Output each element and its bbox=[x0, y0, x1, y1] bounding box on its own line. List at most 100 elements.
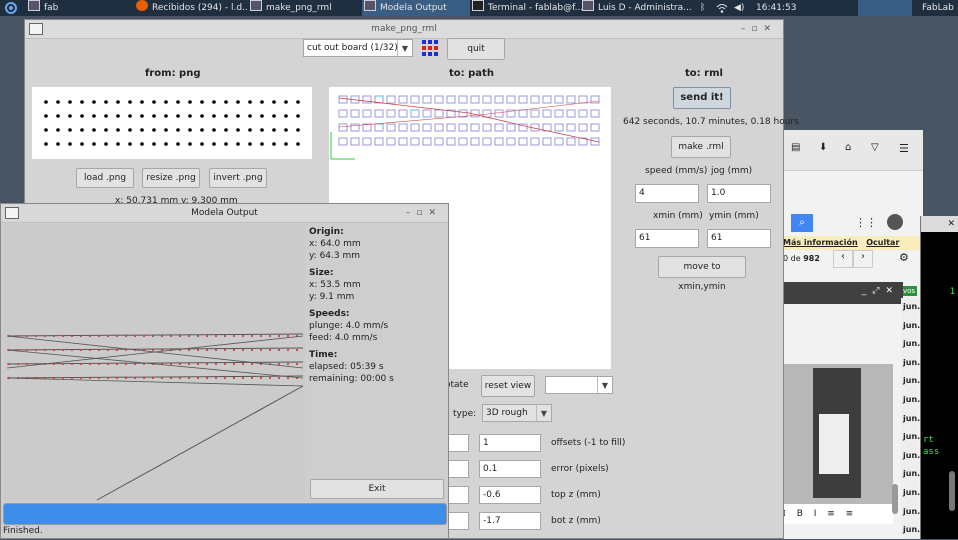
terminal-close-icon[interactable]: ✕ bbox=[921, 216, 958, 232]
speed-field[interactable]: 4 bbox=[635, 184, 699, 203]
load-png-button[interactable]: load .png bbox=[76, 168, 134, 188]
invert-png-button[interactable]: invert .png bbox=[209, 168, 267, 188]
xmin-field[interactable]: 61 bbox=[635, 229, 699, 248]
cut-point bbox=[61, 362, 65, 366]
ymin-field[interactable]: 61 bbox=[707, 229, 771, 248]
cut-point bbox=[205, 334, 209, 338]
cut-point bbox=[250, 376, 254, 380]
library-icon[interactable]: ▤ bbox=[791, 142, 800, 153]
png-preview bbox=[32, 87, 312, 159]
compose-window-controls[interactable]: _⤢✕ bbox=[862, 286, 899, 296]
cut-point bbox=[277, 376, 281, 380]
top-z-field[interactable]: -0.6 bbox=[479, 486, 541, 504]
window-controls[interactable]: –▫✕ bbox=[406, 204, 442, 222]
next-page-icon[interactable]: › bbox=[853, 250, 873, 268]
toolpath-outline bbox=[434, 95, 444, 104]
cut-point bbox=[241, 376, 245, 380]
return-line bbox=[96, 385, 304, 501]
pocket-icon[interactable]: ▽ bbox=[871, 142, 879, 153]
task-terminal[interactable]: Terminal - fablab@f... bbox=[472, 0, 584, 16]
resize-png-button[interactable]: resize .png bbox=[142, 168, 200, 188]
pad-dot bbox=[92, 114, 96, 118]
task-admin[interactable]: Luis D - Administra... bbox=[582, 0, 694, 16]
process-select[interactable]: cut out board (1/32) ▼ bbox=[303, 39, 413, 57]
main-titlebar: make_png_rml –▫✕ bbox=[25, 20, 783, 39]
pad-dot bbox=[56, 100, 60, 104]
start-menu-icon[interactable] bbox=[2, 0, 22, 16]
quit-button[interactable]: quit bbox=[447, 38, 505, 60]
origin-x: x: 64.0 mm bbox=[309, 239, 361, 249]
toolpath-outline bbox=[590, 123, 600, 132]
offsets-field[interactable]: 1 bbox=[479, 434, 541, 452]
compose-format-toolbar[interactable]: ⁞ B I ≡ ≡ bbox=[783, 504, 893, 524]
view-select[interactable]: ▼ bbox=[545, 376, 613, 394]
prev-page-icon[interactable]: ‹ bbox=[833, 250, 853, 268]
toolpath-outline bbox=[554, 109, 564, 118]
hide-link[interactable]: Ocultar bbox=[866, 238, 899, 247]
wifi-icon[interactable] bbox=[716, 0, 730, 16]
move-to-xmin-ymin-button[interactable]: move to xmin,ymin bbox=[658, 256, 746, 292]
cut-point bbox=[196, 362, 200, 366]
reset-view-button[interactable]: reset view bbox=[481, 375, 535, 397]
clock[interactable]: 16:41:53 bbox=[756, 0, 796, 16]
speed-label: speed (mm/s) bbox=[645, 166, 708, 176]
pad-dot bbox=[224, 128, 228, 132]
more-info-link[interactable]: Más información bbox=[783, 238, 858, 247]
cut-point bbox=[61, 334, 65, 338]
make-rml-button[interactable]: make .rml bbox=[671, 136, 731, 158]
search-icon[interactable]: ⌕ bbox=[791, 214, 813, 232]
toolpath-outline bbox=[422, 95, 432, 104]
workspace-item[interactable]: fab bbox=[28, 0, 118, 16]
pad-dot bbox=[92, 128, 96, 132]
pad-dot bbox=[200, 142, 204, 146]
window-controls[interactable]: –▫✕ bbox=[741, 20, 777, 38]
cut-point bbox=[124, 376, 128, 380]
toolpath-outline bbox=[458, 95, 468, 104]
toolpath-outline bbox=[446, 137, 456, 146]
toolpath-outline bbox=[506, 137, 516, 146]
menu-icon[interactable]: ☰ bbox=[899, 142, 909, 155]
send-it-button[interactable]: send it! bbox=[673, 87, 731, 109]
toolpath-outline bbox=[410, 123, 420, 132]
cut-point bbox=[169, 362, 173, 366]
terminal-window: ✕ 1 rt ass bbox=[920, 216, 958, 539]
user-name[interactable]: FabLab bbox=[922, 0, 958, 16]
cut-point bbox=[223, 334, 227, 338]
cut-line bbox=[6, 333, 304, 337]
terminal-scrollbar[interactable] bbox=[949, 471, 955, 511]
apps-icon[interactable]: ⋮⋮ bbox=[855, 216, 877, 229]
task-firefox[interactable]: Recibidos (294) - l.d... bbox=[136, 0, 248, 16]
desktop-button[interactable] bbox=[858, 0, 912, 16]
pad-dot bbox=[56, 114, 60, 118]
download-icon[interactable]: ⬇ bbox=[819, 142, 827, 153]
cut-point bbox=[151, 348, 155, 352]
toolpath-outline bbox=[398, 95, 408, 104]
cut-point bbox=[178, 362, 182, 366]
cut-point bbox=[97, 348, 101, 352]
pad-dot bbox=[212, 114, 216, 118]
volume-icon[interactable]: ◀) bbox=[734, 0, 748, 16]
toolpath-outline bbox=[338, 109, 348, 118]
jog-field[interactable]: 1.0 bbox=[707, 184, 771, 203]
settings-gear-icon[interactable]: ⚙ bbox=[899, 251, 909, 264]
type-select[interactable]: 3D rough ▼ bbox=[482, 404, 552, 422]
pad-dot bbox=[44, 128, 48, 132]
notifications-icon[interactable] bbox=[887, 214, 903, 230]
home-icon[interactable]: ⌂ bbox=[845, 142, 851, 153]
toolpath-outline bbox=[386, 123, 396, 132]
pad-dot bbox=[80, 114, 84, 118]
task-make-png-rml[interactable]: make_png_rml bbox=[250, 0, 362, 16]
task-modela-output[interactable]: Modela Output bbox=[362, 0, 470, 16]
pad-dot bbox=[284, 142, 288, 146]
toolpath-outline bbox=[566, 109, 576, 118]
cut-point bbox=[34, 348, 38, 352]
bluetooth-icon[interactable]: ᛒ bbox=[700, 0, 710, 16]
error-field[interactable]: 0.1 bbox=[479, 460, 541, 478]
ymin-label: ymin (mm) bbox=[709, 211, 759, 221]
mail-scrollbar[interactable] bbox=[892, 484, 898, 514]
cut-point bbox=[241, 348, 245, 352]
exit-button[interactable]: Exit bbox=[310, 479, 444, 499]
pad-dot bbox=[92, 142, 96, 146]
cut-path-drawing bbox=[6, 333, 304, 501]
bot-z-field[interactable]: -1.7 bbox=[479, 512, 541, 530]
